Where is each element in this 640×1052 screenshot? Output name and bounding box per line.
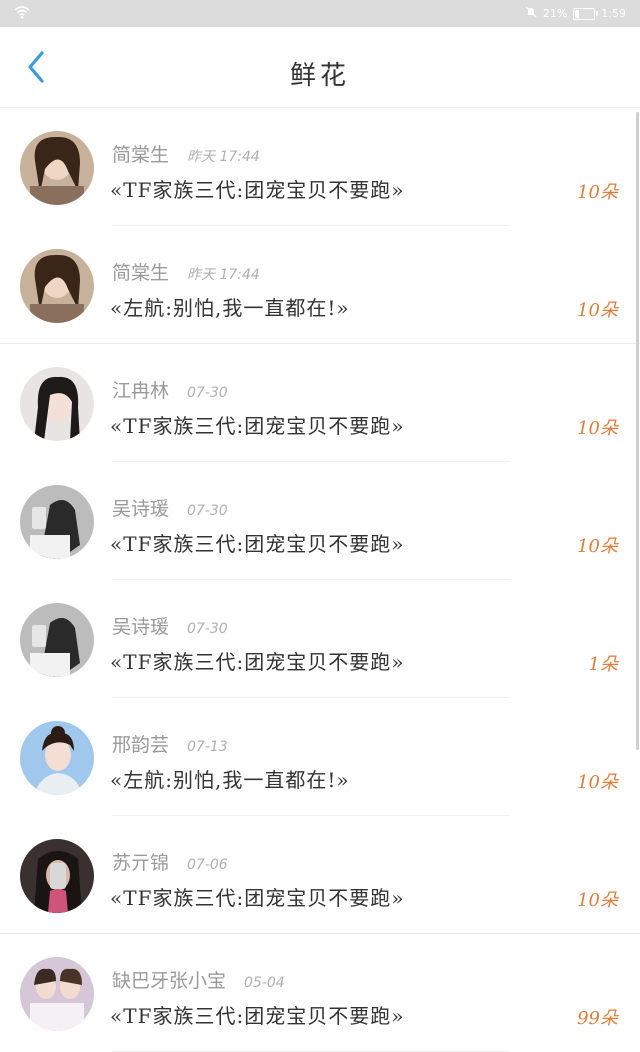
timestamp: 05-04 [244,975,285,991]
flower-count: 10朵 [577,772,618,793]
work-title: «TF家族三代:团宠宝贝不要跑» [110,1004,405,1028]
flower-count: 10朵 [577,182,618,203]
timestamp: 07-06 [187,857,228,873]
list-item[interactable]: 苏亓锦 07-06 «TF家族三代:团宠宝贝不要跑» 10朵 [0,816,640,934]
timestamp: 07-30 [187,503,228,519]
status-bar: 21% 1:59 [0,0,640,27]
sender-name: 简棠生 [112,262,170,284]
flower-count: 99朵 [577,1008,618,1029]
flower-count: 1朵 [588,654,618,675]
sender-name: 吴诗瑗 [112,616,170,638]
battery-percent: 21% [542,7,568,20]
work-title: «TF家族三代:团宠宝贝不要跑» [110,414,405,438]
list-item[interactable]: 简棠生 昨天 17:44 «TF家族三代:团宠宝贝不要跑» 10朵 [0,108,640,226]
sender-name: 缺巴牙张小宝 [112,970,227,992]
sender-name: 苏亓锦 [112,852,170,874]
work-title: «TF家族三代:团宠宝贝不要跑» [110,650,405,674]
flower-count: 10朵 [577,300,618,321]
sender-name: 江冉林 [112,380,170,402]
list-item[interactable]: 简棠生 昨天 17:44 «左航:别怕,我一直都在!» 10朵 [0,226,640,344]
timestamp: 07-30 [187,385,228,401]
battery-icon [573,7,599,20]
list-item[interactable]: 江冉林 07-30 «TF家族三代:团宠宝贝不要跑» 10朵 [0,344,640,462]
sender-name: 简棠生 [112,144,170,166]
list-item[interactable]: 吴诗瑗 07-30 «TF家族三代:团宠宝贝不要跑» 1朵 [0,580,640,698]
work-title: «TF家族三代:团宠宝贝不要跑» [110,886,405,910]
timestamp: 07-30 [187,621,228,637]
timestamp: 07-13 [187,739,228,755]
timestamp: 昨天 17:44 [187,267,260,283]
list-item[interactable]: 吴诗瑗 07-30 «TF家族三代:团宠宝贝不要跑» 10朵 [0,462,640,580]
list-item[interactable]: 缺巴牙张小宝 05-04 «TF家族三代:团宠宝贝不要跑» 99朵 [0,934,640,1052]
flower-list: 简棠生 昨天 17:44 «TF家族三代:团宠宝贝不要跑» 10朵 简棠生 昨天 1… [0,108,640,1052]
flower-count: 10朵 [577,418,618,439]
flower-count: 10朵 [577,536,618,557]
scrollbar[interactable] [636,112,639,750]
work-title: «TF家族三代:团宠宝贝不要跑» [110,532,405,556]
page-title: 鲜花 [289,61,350,91]
avatar[interactable] [20,839,94,913]
nav-header: 鲜花 [0,27,640,108]
avatar[interactable] [20,957,94,1031]
avatar[interactable] [20,485,94,559]
avatar[interactable] [20,367,94,441]
work-title: «左航:别怕,我一直都在!» [110,768,350,792]
timestamp: 昨天 17:44 [187,149,260,165]
work-title: «TF家族三代:团宠宝贝不要跑» [110,178,405,202]
sender-name: 吴诗瑗 [112,498,170,520]
avatar[interactable] [20,721,94,795]
avatar[interactable] [20,131,94,205]
work-title: «左航:别怕,我一直都在!» [110,296,350,320]
mute-bell-icon [525,6,537,21]
avatar[interactable] [20,603,94,677]
list-item[interactable]: 邢韵芸 07-13 «左航:别怕,我一直都在!» 10朵 [0,698,640,816]
wifi-icon [14,5,30,22]
sender-name: 邢韵芸 [112,734,170,756]
avatar[interactable] [20,249,94,323]
flower-count: 10朵 [577,890,618,911]
clock: 1:59 [601,7,626,20]
